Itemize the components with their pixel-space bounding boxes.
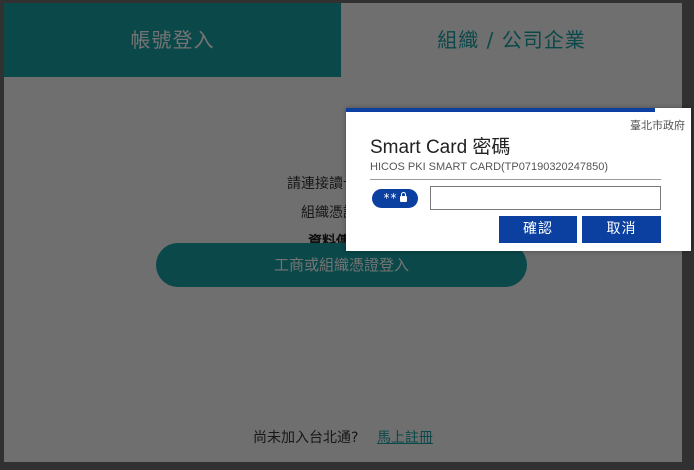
card-identifier: HICOS PKI SMART CARD(TP07190320247850) bbox=[370, 161, 609, 173]
signup-row: 尚未加入台北通? 馬上註冊 bbox=[4, 427, 682, 447]
pin-icon-stars: ** bbox=[383, 191, 398, 205]
tab-account-login[interactable]: 帳號登入 bbox=[4, 3, 341, 77]
cancel-button[interactable]: 取消 bbox=[582, 216, 661, 243]
dialog-organization: 臺北市政府 bbox=[630, 119, 685, 132]
password-lock-icon: ** bbox=[372, 189, 418, 208]
signup-link[interactable]: 馬上註冊 bbox=[377, 430, 433, 446]
dialog-title: Smart Card 密碼 bbox=[370, 137, 511, 158]
pin-input[interactable] bbox=[430, 186, 661, 210]
signup-prompt: 尚未加入台北通? bbox=[253, 430, 359, 446]
tab-organization-login[interactable]: 組織 / 公司企業 bbox=[341, 3, 682, 77]
smart-card-pin-dialog: 臺北市政府 Smart Card 密碼 HICOS PKI SMART CARD… bbox=[346, 108, 691, 251]
lock-icon bbox=[399, 192, 407, 202]
dialog-top-bar bbox=[346, 108, 655, 112]
dialog-divider bbox=[370, 179, 661, 180]
confirm-button[interactable]: 確認 bbox=[499, 216, 577, 243]
